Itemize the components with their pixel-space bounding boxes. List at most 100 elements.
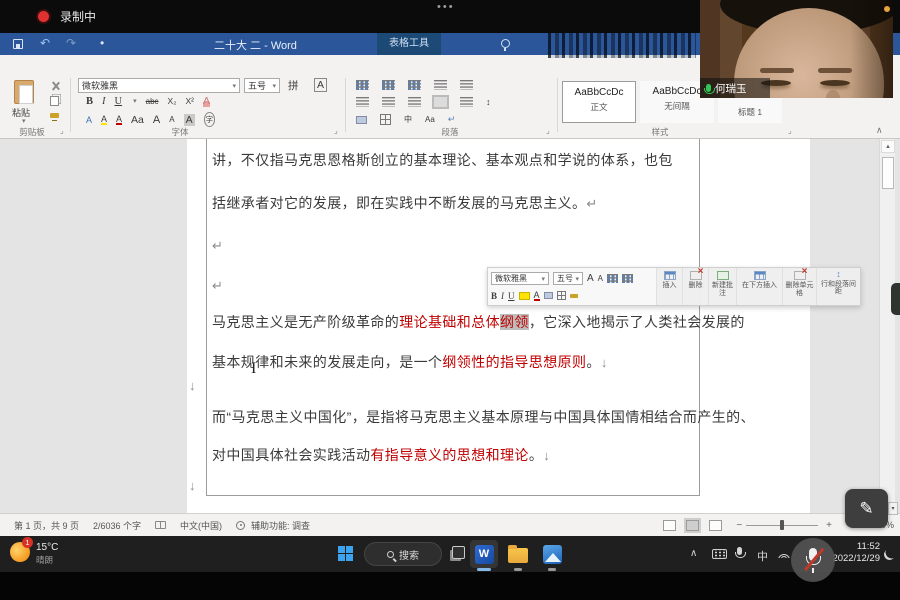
- tray-chevron-icon[interactable]: ∧: [690, 548, 697, 559]
- pen-annotation-button[interactable]: ✎: [845, 489, 888, 528]
- window-menu-dots-icon[interactable]: •••: [437, 1, 455, 13]
- mini-bullets-icon[interactable]: [607, 274, 618, 283]
- sort-icon[interactable]: Aa: [425, 115, 435, 124]
- taskbar-search[interactable]: 搜索: [364, 542, 442, 566]
- save-icon[interactable]: [13, 39, 23, 49]
- line-spacing-icon[interactable]: ↕: [486, 97, 491, 107]
- decrease-indent-icon[interactable]: [434, 80, 447, 90]
- scroll-up-icon[interactable]: ▲: [881, 140, 895, 153]
- paragraph-dialog-launcher-icon[interactable]: ⌟: [546, 126, 550, 135]
- language-indicator[interactable]: 中文(中国): [180, 519, 222, 532]
- mini-line-spacing-button[interactable]: ↕ 行和段落间距: [816, 268, 860, 305]
- mini-font-name-select[interactable]: 微软雅黑▾: [491, 272, 549, 285]
- underline-dropdown-icon[interactable]: ▾: [133, 97, 137, 105]
- bold-icon[interactable]: B: [86, 96, 93, 107]
- print-layout-button[interactable]: [686, 520, 699, 531]
- font-dialog-launcher-icon[interactable]: ⌟: [334, 126, 338, 135]
- weather-condition[interactable]: 晴朗: [36, 554, 53, 566]
- page-indicator[interactable]: 第 1 页，共 9 页: [14, 519, 79, 532]
- quick-access-more-icon[interactable]: •: [100, 36, 104, 50]
- italic-icon[interactable]: I: [102, 96, 106, 107]
- copy-icon[interactable]: [50, 96, 59, 106]
- mini-delete-button[interactable]: 删除: [682, 268, 708, 305]
- document-page[interactable]: 讲，不仅指马克思恩格斯创立的基本理论、基本观点和学说的体系，也包 括继承者对它的…: [187, 139, 810, 513]
- mini-highlight-icon[interactable]: [519, 292, 530, 300]
- mini-borders-icon[interactable]: [557, 291, 566, 300]
- mini-italic-icon[interactable]: I: [501, 291, 504, 301]
- task-view-button[interactable]: [452, 546, 465, 559]
- mini-numbering-icon[interactable]: [622, 274, 633, 283]
- align-right-icon[interactable]: [408, 97, 421, 107]
- format-painter-icon[interactable]: [50, 113, 59, 118]
- mini-insert-button[interactable]: 插入: [656, 268, 682, 305]
- paste-icon[interactable]: [14, 80, 34, 104]
- superscript-icon[interactable]: X²: [186, 96, 195, 106]
- zoom-out-icon[interactable]: −: [736, 520, 742, 531]
- mini-font-size-select[interactable]: 五号▾: [553, 272, 583, 285]
- pinyin-guide-icon[interactable]: 拼: [288, 78, 299, 93]
- style-normal[interactable]: AaBbCcDc 正文: [562, 81, 636, 123]
- vertical-scrollbar[interactable]: ▲: [879, 139, 895, 513]
- asian-layout-icon[interactable]: 中: [404, 114, 412, 125]
- clipboard-dialog-launcher-icon[interactable]: ⌟: [60, 126, 64, 135]
- zoom-in-icon[interactable]: +: [826, 520, 832, 531]
- mini-new-comment-button[interactable]: 新建批注: [708, 268, 736, 305]
- paste-dropdown-icon[interactable]: ▾: [20, 115, 26, 126]
- font-name-select[interactable]: 微软雅黑 ▾: [78, 78, 240, 93]
- taskbar-explorer-button[interactable]: [504, 540, 532, 568]
- text-effects-icon[interactable]: A: [86, 115, 92, 125]
- zoom-slider-thumb[interactable]: [780, 520, 784, 530]
- clear-formatting-icon[interactable]: A: [203, 95, 210, 107]
- mini-delete-cells-button[interactable]: 删除单元格: [782, 268, 816, 305]
- mute-indicator[interactable]: [791, 538, 835, 582]
- borders-icon[interactable]: [380, 114, 391, 125]
- change-case-icon[interactable]: Aa: [131, 114, 144, 126]
- wifi-icon[interactable]: [778, 549, 790, 558]
- mini-underline-icon[interactable]: U: [508, 291, 515, 301]
- mini-font-color-icon[interactable]: A: [534, 291, 540, 301]
- read-mode-button[interactable]: [663, 520, 676, 531]
- increase-indent-icon[interactable]: [460, 80, 473, 90]
- shading-icon[interactable]: [356, 116, 367, 124]
- align-left-icon[interactable]: [356, 97, 369, 107]
- web-layout-button[interactable]: [709, 520, 722, 531]
- accessibility-status[interactable]: 辅助功能: 调查: [251, 519, 310, 532]
- collapse-ribbon-icon[interactable]: ∧: [876, 125, 883, 136]
- mini-bold-icon[interactable]: B: [491, 291, 497, 301]
- do-not-disturb-icon[interactable]: [884, 549, 895, 560]
- grow-font-icon[interactable]: A: [153, 114, 160, 126]
- ime-indicator[interactable]: 中: [757, 548, 768, 564]
- cut-icon[interactable]: [50, 81, 60, 91]
- proofing-icon[interactable]: [155, 521, 166, 529]
- taskbar-photos-button[interactable]: [538, 540, 566, 568]
- shrink-font-icon[interactable]: A: [169, 115, 174, 124]
- formatting-marks-icon[interactable]: ↵: [448, 114, 456, 125]
- webcam-video[interactable]: 何瑞玉: [700, 0, 893, 98]
- enclose-character-icon[interactable]: 字: [204, 112, 216, 127]
- mini-shading-icon[interactable]: [544, 292, 553, 299]
- justify-icon[interactable]: [434, 97, 447, 107]
- pen-dropdown-icon[interactable]: ▾: [888, 502, 898, 515]
- touch-keyboard-icon[interactable]: [712, 549, 727, 559]
- start-button[interactable]: [338, 546, 353, 561]
- mini-format-painter-icon[interactable]: [570, 294, 578, 298]
- character-shading-icon[interactable]: A: [184, 114, 195, 126]
- word-count[interactable]: 2/6036 个字: [93, 519, 141, 532]
- scrollbar-thumb[interactable]: [882, 157, 894, 189]
- align-center-icon[interactable]: [382, 97, 395, 107]
- taskbar-word-button[interactable]: W: [470, 540, 498, 568]
- subscript-icon[interactable]: X₂: [168, 96, 177, 106]
- weather-temperature[interactable]: 15°C: [36, 542, 58, 553]
- redo-icon[interactable]: ↷: [66, 36, 76, 50]
- distribute-icon[interactable]: [460, 97, 473, 107]
- highlight-color-icon[interactable]: A: [101, 115, 107, 125]
- font-color-icon[interactable]: A: [116, 115, 122, 125]
- mini-shrink-font-icon[interactable]: A: [598, 274, 603, 283]
- underline-icon[interactable]: U: [115, 96, 123, 107]
- font-size-select[interactable]: 五号 ▾: [244, 78, 280, 93]
- character-border-icon[interactable]: A: [314, 78, 327, 92]
- bullets-icon[interactable]: [356, 80, 369, 90]
- mini-insert-below-button[interactable]: 在下方插入: [736, 268, 782, 305]
- mini-grow-font-icon[interactable]: A: [587, 273, 594, 284]
- edge-docked-handle[interactable]: [891, 283, 900, 315]
